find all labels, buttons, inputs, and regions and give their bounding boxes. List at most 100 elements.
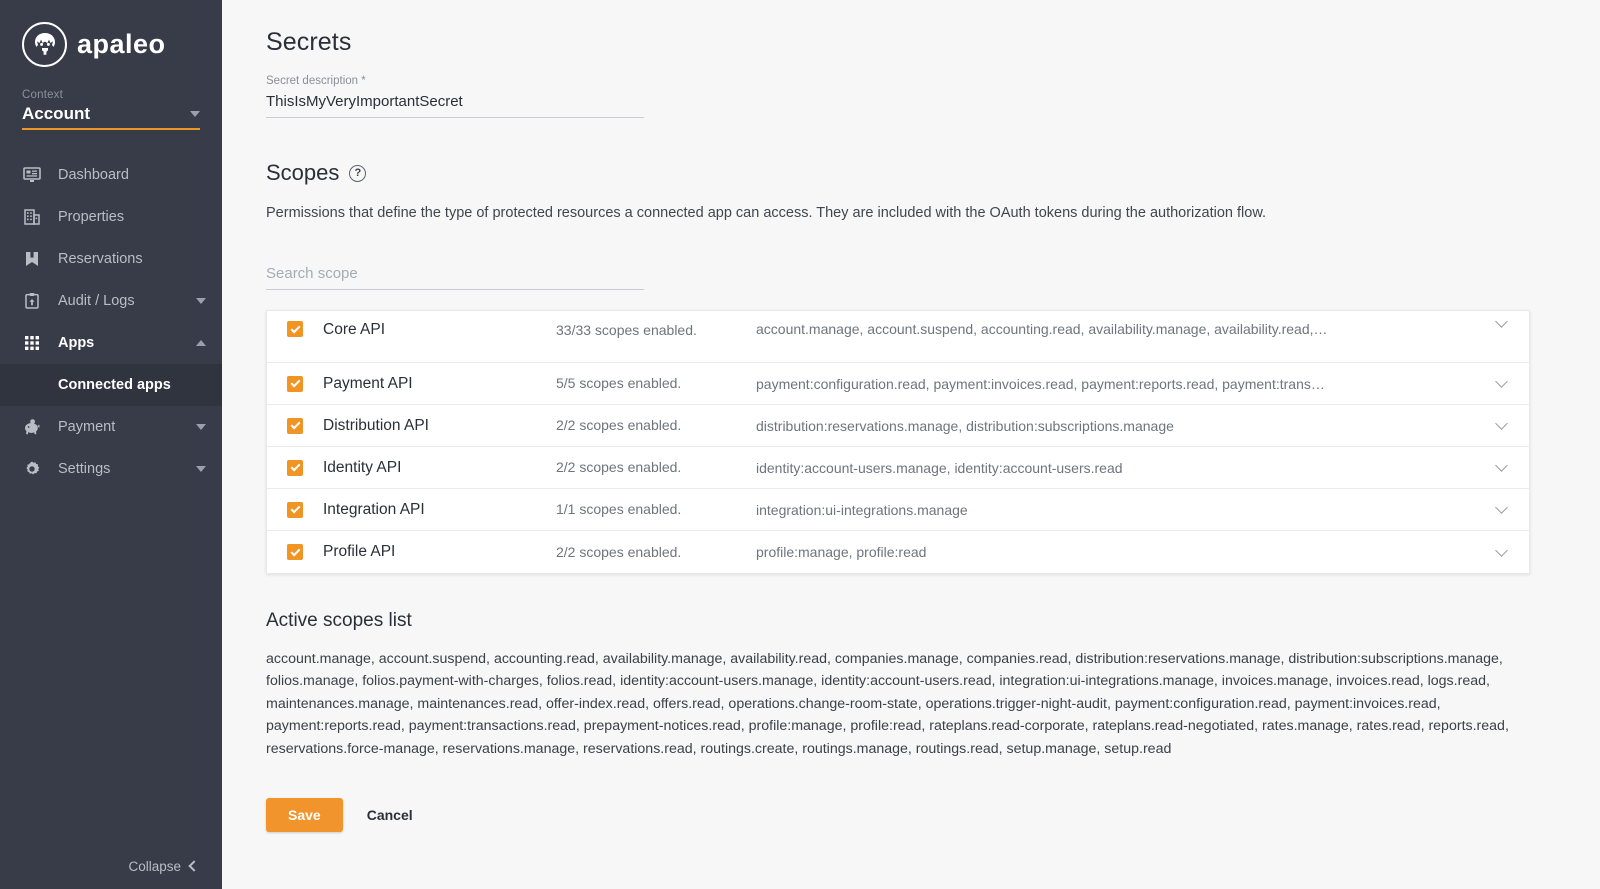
sidebar-item-payment[interactable]: Payment	[0, 406, 222, 448]
api-name: Payment API	[323, 374, 413, 392]
sidebar: apaleo Context Account Dashboard Propert…	[0, 0, 222, 889]
scope-count: 1/1 scopes enabled.	[556, 501, 682, 518]
form-actions: Save Cancel	[266, 798, 1600, 833]
scopes-table: Core API 33/33 scopes enabled. account.m…	[266, 310, 1530, 574]
chevron-down-icon	[1494, 417, 1508, 430]
chevron-down-icon	[1494, 459, 1508, 472]
scope-count: 2/2 scopes enabled.	[556, 417, 682, 434]
scope-count: 2/2 scopes enabled.	[556, 543, 682, 560]
lion-logo-icon	[22, 22, 67, 67]
sidebar-item-dashboard[interactable]: Dashboard	[0, 154, 222, 196]
building-icon	[22, 207, 42, 227]
bookmark-icon	[22, 249, 42, 269]
brand-logo[interactable]: apaleo	[0, 0, 222, 81]
save-button[interactable]: Save	[266, 798, 343, 833]
monitor-icon	[22, 165, 42, 185]
context-selector[interactable]: Context Account	[0, 81, 222, 130]
chevron-down-icon[interactable]	[196, 298, 206, 304]
chevron-down-icon	[1494, 315, 1508, 328]
expand-row-button[interactable]	[1473, 417, 1529, 430]
checkbox-checked-icon[interactable]	[287, 321, 303, 337]
app-root: apaleo Context Account Dashboard Propert…	[0, 0, 1600, 889]
brand-name: apaleo	[77, 29, 166, 59]
chevron-down-icon[interactable]	[196, 424, 206, 430]
sidebar-item-label: Settings	[58, 461, 111, 477]
checkbox-checked-icon[interactable]	[287, 459, 303, 476]
scope-checkbox-cell[interactable]	[267, 544, 323, 560]
search-scope-input[interactable]	[266, 261, 644, 290]
table-row[interactable]: Profile API 2/2 scopes enabled. profile:…	[267, 531, 1529, 573]
active-scopes-text: account.manage, account.suspend, account…	[266, 651, 1509, 757]
scopes-description: Permissions that define the type of prot…	[266, 205, 1267, 221]
scope-preview: account.manage, account.suspend, account…	[756, 321, 1328, 337]
sidebar-collapse-button[interactable]: Collapse	[0, 843, 222, 889]
api-name: Core API	[323, 321, 386, 338]
chevron-down-icon[interactable]	[190, 111, 200, 117]
collapse-label: Collapse	[128, 858, 181, 874]
sidebar-nav: Dashboard Properties Reservations Audit …	[0, 154, 222, 843]
scopes-title: Scopes	[266, 160, 340, 185]
scope-checkbox-cell[interactable]	[267, 459, 323, 476]
table-row[interactable]: Payment API 5/5 scopes enabled. payment:…	[267, 363, 1529, 405]
scope-checkbox-cell[interactable]	[267, 321, 323, 337]
clipboard-icon	[22, 291, 42, 311]
checkbox-checked-icon[interactable]	[287, 375, 303, 392]
sidebar-item-properties[interactable]: Properties	[0, 196, 222, 238]
checkbox-checked-icon[interactable]	[287, 417, 303, 434]
table-row[interactable]: Integration API 1/1 scopes enabled. inte…	[267, 489, 1529, 531]
chevron-up-icon[interactable]	[196, 340, 206, 346]
api-name: Distribution API	[323, 416, 429, 434]
sidebar-item-label: Properties	[58, 209, 125, 225]
expand-row-button[interactable]	[1473, 375, 1529, 388]
scope-checkbox-cell[interactable]	[267, 417, 323, 434]
sidebar-item-reservations[interactable]: Reservations	[0, 238, 222, 280]
grid-icon	[22, 333, 42, 353]
scope-count: 2/2 scopes enabled.	[556, 459, 682, 476]
scopes-header: Scopes ?	[266, 160, 1600, 186]
expand-row-button[interactable]	[1473, 501, 1529, 514]
checkbox-checked-icon[interactable]	[287, 544, 303, 560]
scope-checkbox-cell[interactable]	[267, 501, 323, 518]
scope-preview: profile:manage, profile:read	[756, 544, 927, 560]
help-icon[interactable]: ?	[349, 164, 367, 182]
secret-description-input[interactable]	[266, 89, 644, 118]
piggy-bank-icon	[22, 417, 42, 437]
sidebar-item-label: Audit / Logs	[58, 293, 135, 309]
scope-checkbox-cell[interactable]	[267, 375, 323, 392]
scope-preview: payment:configuration.read, payment:invo…	[756, 375, 1325, 392]
table-row[interactable]: Distribution API 2/2 scopes enabled. dis…	[267, 405, 1529, 447]
secret-description-label: Secret description *	[266, 75, 366, 87]
api-name: Identity API	[323, 458, 402, 476]
sidebar-item-label: Apps	[58, 335, 95, 351]
expand-row-button[interactable]	[1473, 543, 1529, 557]
cancel-button[interactable]: Cancel	[355, 798, 425, 832]
expand-row-button[interactable]	[1473, 315, 1529, 328]
active-scopes-title: Active scopes list	[266, 610, 412, 631]
sidebar-item-settings[interactable]: Settings	[0, 448, 222, 490]
context-value: Account	[22, 104, 90, 123]
search-scope-field	[266, 259, 644, 290]
chevron-left-icon	[188, 860, 200, 872]
sidebar-subitem-label: Connected apps	[58, 377, 171, 393]
context-label: Context	[22, 89, 64, 101]
context-row[interactable]: Account	[22, 104, 200, 130]
sidebar-item-label: Reservations	[58, 251, 143, 267]
scope-count: 5/5 scopes enabled.	[556, 375, 682, 392]
checkbox-checked-icon[interactable]	[287, 501, 303, 518]
sidebar-item-connected-apps[interactable]: Connected apps	[0, 364, 222, 406]
chevron-down-icon[interactable]	[196, 466, 206, 472]
expand-row-button[interactable]	[1473, 459, 1529, 472]
table-row[interactable]: Identity API 2/2 scopes enabled. identit…	[267, 447, 1529, 489]
sidebar-item-label: Dashboard	[58, 167, 129, 183]
api-name: Integration API	[323, 500, 425, 518]
scope-preview: integration:ui-integrations.manage	[756, 501, 968, 518]
scope-preview: distribution:reservations.manage, distri…	[756, 417, 1174, 434]
main-content: Secrets Secret description * Scopes ? Pe…	[222, 0, 1600, 889]
sidebar-item-apps[interactable]: Apps	[0, 322, 222, 364]
table-row[interactable]: Core API 33/33 scopes enabled. account.m…	[267, 311, 1529, 363]
scope-preview: identity:account-users.manage, identity:…	[756, 459, 1123, 476]
chevron-down-icon	[1494, 501, 1508, 514]
api-name: Profile API	[323, 543, 396, 560]
chevron-down-icon	[1494, 543, 1508, 557]
sidebar-item-audit-logs[interactable]: Audit / Logs	[0, 280, 222, 322]
